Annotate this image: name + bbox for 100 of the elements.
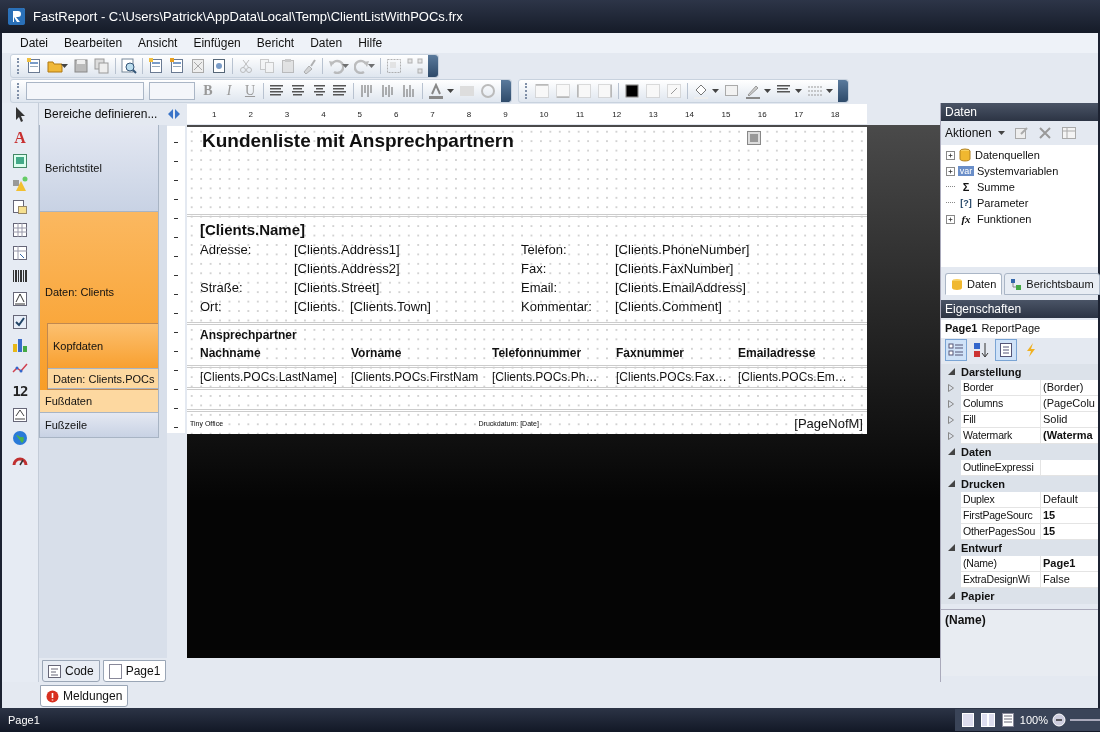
band-item[interactable]: Fußdaten <box>40 390 158 412</box>
category-header[interactable]: Entwurf <box>961 542 1002 554</box>
align-center-icon[interactable] <box>290 82 306 99</box>
caret-icon[interactable] <box>795 88 802 93</box>
menu-item[interactable]: Bericht <box>248 36 303 50</box>
column-header[interactable]: Vorname <box>351 342 492 360</box>
data-field[interactable]: [Clients.POCs.Ph… <box>492 368 616 384</box>
column-header[interactable]: Nachname <box>200 342 351 360</box>
caret-icon[interactable] <box>712 88 719 93</box>
align-right-icon[interactable] <box>311 82 327 99</box>
align-top-icon[interactable] <box>359 82 375 99</box>
bar-chart-icon[interactable] <box>12 337 28 353</box>
tree-item[interactable]: Datenquellen <box>975 149 1040 161</box>
tree-item[interactable]: Summe <box>977 181 1015 193</box>
data-field[interactable]: [Clients.PhoneNumber] <box>615 242 867 257</box>
object-selector[interactable]: Page1 ReportPage <box>941 320 1098 338</box>
expand-icon[interactable] <box>948 416 954 424</box>
menu-item[interactable]: Datei <box>12 36 56 50</box>
data-field[interactable]: [Clients.FaxNumber] <box>615 261 867 276</box>
data-field[interactable]: [Clients.POCs.Fax… <box>616 368 738 384</box>
checkbox-icon[interactable] <box>12 314 28 330</box>
text-tool-icon[interactable]: A <box>14 129 26 146</box>
collapse-icon[interactable] <box>947 447 955 455</box>
caret-icon[interactable] <box>826 88 833 93</box>
data-band-item[interactable]: Daten: Clients Kopfdaten Daten: Clients.POCs Fußdaten <box>39 212 159 413</box>
new-page-icon[interactable] <box>148 57 164 74</box>
page-settings-icon[interactable] <box>211 57 227 74</box>
data-field[interactable]: [Clients.POCs.Em… <box>738 368 867 384</box>
justify-icon[interactable] <box>332 82 348 99</box>
property-value[interactable]: Page1 <box>1041 556 1098 572</box>
caret-icon[interactable] <box>764 88 771 93</box>
text-color-icon[interactable] <box>428 82 444 99</box>
field-label[interactable]: Ort: <box>200 299 222 314</box>
shapes-icon[interactable] <box>12 176 28 192</box>
expand-icon[interactable] <box>948 400 954 408</box>
actions-menu[interactable]: Aktionen <box>945 126 992 140</box>
picture-object-icon[interactable] <box>747 131 761 145</box>
panel-tab[interactable]: Daten <box>945 273 1003 295</box>
menu-item[interactable]: Bearbeiten <box>56 36 131 50</box>
paint-bucket-icon[interactable] <box>693 82 709 99</box>
column-header[interactable]: Emailadresse <box>738 342 867 360</box>
border-all-icon[interactable] <box>624 82 640 99</box>
font-size-field[interactable] <box>149 81 195 100</box>
define-bands-button[interactable]: Bereiche definieren... <box>44 107 158 121</box>
messages-tab[interactable]: Meldungen <box>40 685 129 707</box>
data-field[interactable]: [Clients.EmailAddress] <box>615 280 867 295</box>
caret-icon[interactable] <box>368 63 375 68</box>
picture-icon[interactable] <box>12 153 28 169</box>
toolbar-options-button[interactable] <box>501 79 511 102</box>
field-label[interactable]: Email: <box>521 280 615 295</box>
data-field[interactable]: [Clients.Address2] <box>294 261 400 276</box>
menu-item[interactable]: Hilfe <box>350 36 391 50</box>
data-field[interactable]: [Clients.Street] <box>294 280 380 295</box>
collapse-icon[interactable] <box>947 591 955 599</box>
shadow-box-icon[interactable] <box>724 82 740 99</box>
matrix-icon[interactable] <box>12 245 28 261</box>
collapse-arrows-icon[interactable] <box>167 109 181 119</box>
zoom-out-button[interactable] <box>1052 713 1066 727</box>
magnifier-icon[interactable] <box>121 57 137 74</box>
property-value[interactable]: 15 <box>1041 508 1098 524</box>
page-view-icon[interactable] <box>959 712 976 728</box>
data-field[interactable]: [Clients. <box>294 299 341 314</box>
page-tab[interactable]: Code <box>42 660 100 682</box>
client-name-field[interactable]: [Clients.Name] <box>187 217 867 238</box>
digits-tool-icon[interactable]: 12 <box>12 383 28 400</box>
menu-item[interactable]: Einfügen <box>185 36 249 50</box>
property-value[interactable]: (PageColu <box>1041 396 1098 412</box>
band-item[interactable]: Berichtstitel <box>39 125 159 212</box>
field-label[interactable]: Adresse: <box>200 242 252 257</box>
toolbar-options-button[interactable] <box>428 54 438 77</box>
collapse-icon[interactable] <box>947 479 955 487</box>
collapse-icon[interactable] <box>947 367 955 375</box>
data-field[interactable]: [Clients.Comment] <box>615 299 867 314</box>
data-field[interactable]: [Clients.Town] <box>349 299 431 314</box>
clipboard-icon[interactable] <box>280 57 296 74</box>
property-value[interactable]: (Border) <box>1041 380 1098 396</box>
list-view-icon[interactable] <box>999 712 1016 728</box>
report-title[interactable]: Kundenliste mit Ansprechpartnern <box>187 127 867 152</box>
caret-icon[interactable] <box>447 88 454 93</box>
caret-icon[interactable] <box>997 131 1005 135</box>
field-label[interactable]: Fax: <box>521 261 615 276</box>
barcode-icon[interactable] <box>12 268 28 284</box>
menu-item[interactable]: Daten <box>302 36 351 50</box>
text-frame-icon[interactable] <box>12 407 28 423</box>
page-number-field[interactable]: [PageNofM] <box>794 415 863 431</box>
new-report-icon[interactable] <box>26 57 42 74</box>
data-field[interactable]: [Clients.POCs.LastName] <box>200 368 351 384</box>
align-middle-icon[interactable] <box>380 82 396 99</box>
close-icon[interactable] <box>1036 125 1053 141</box>
tree-item[interactable]: Systemvariablen <box>977 165 1059 177</box>
field-label[interactable]: Kommentar: <box>521 299 615 314</box>
collapse-icon[interactable] <box>947 543 955 551</box>
align-bottom-icon[interactable] <box>401 82 417 99</box>
property-value[interactable]: Default <box>1041 492 1098 508</box>
tree-item[interactable]: Funktionen <box>977 213 1032 225</box>
two-page-view-icon[interactable] <box>979 712 996 728</box>
tree-item[interactable]: Parameter <box>977 197 1029 209</box>
column-header[interactable]: Telefonnummer <box>492 342 616 360</box>
band-item[interactable]: Fußzeile <box>39 413 159 438</box>
band-item[interactable]: Kopfdaten <box>48 324 158 369</box>
